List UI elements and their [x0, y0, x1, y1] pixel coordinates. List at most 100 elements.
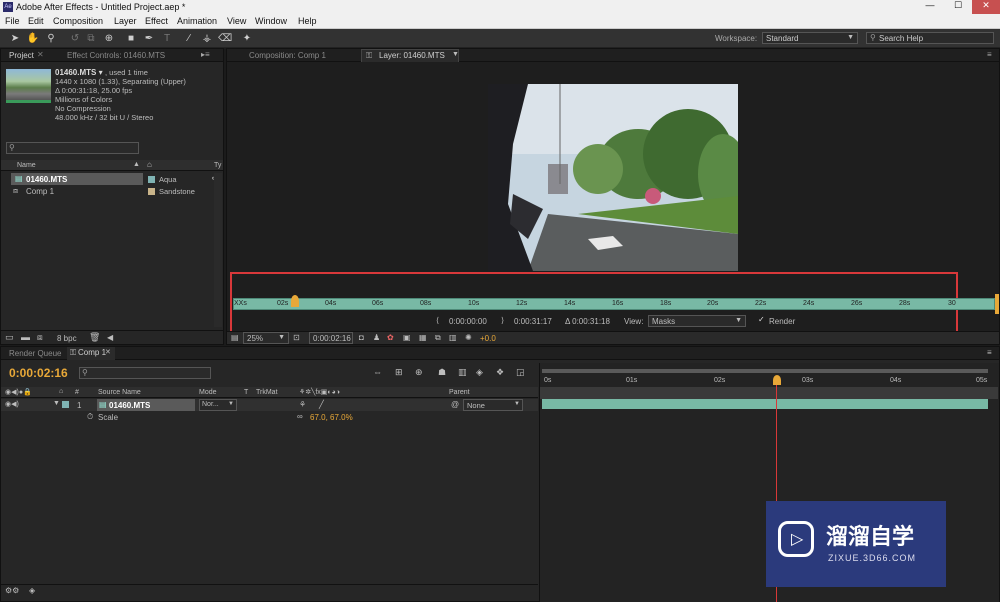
timeline-current-time[interactable]: 0:00:02:16 [9, 366, 68, 380]
draft-3d-icon[interactable]: ⊕ [415, 367, 423, 378]
panel-menu-icon[interactable]: ▸≡ [201, 50, 210, 59]
minimize-button[interactable]: — [916, 0, 944, 14]
out-point-marker[interactable] [995, 294, 999, 314]
selection-tool-icon[interactable]: ➤ [8, 32, 22, 45]
tab-composition[interactable]: Composition: Comp 1 [249, 51, 326, 62]
panel-menu-icon[interactable]: ≡ [987, 50, 992, 59]
lock-icon[interactable]: ⚿ [70, 348, 76, 358]
playhead-marker[interactable] [291, 295, 299, 307]
magnification-dropdown[interactable]: 25% ▼ [243, 332, 289, 344]
live-update-icon[interactable]: ⊞ [395, 367, 403, 378]
tab-effect-controls[interactable]: Effect Controls: 01460.MTS [67, 51, 165, 62]
menu-file[interactable]: File [5, 16, 20, 26]
new-folder-icon[interactable]: ▬ [21, 332, 30, 342]
motion-blur-icon[interactable]: ◈ [476, 367, 483, 378]
project-scrollbar[interactable] [214, 173, 222, 327]
safe-margins-icon[interactable]: ⊡ [293, 333, 300, 342]
lock-icon[interactable]: ⚿ [366, 51, 372, 61]
column-type[interactable]: Ty [214, 162, 221, 169]
brainstorm-icon[interactable]: ❖ [496, 367, 504, 378]
twirl-down-icon[interactable]: ▼ [53, 400, 60, 407]
fast-previews-icon[interactable]: ▥ [449, 333, 457, 342]
column-source-name[interactable]: Source Name [98, 389, 141, 396]
visibility-icon[interactable]: ◉◀) [5, 400, 19, 408]
close-icon[interactable]: ✕ [37, 50, 44, 59]
in-point-time[interactable]: 0:00:00:00 [449, 317, 487, 326]
tab-project[interactable]: Project [9, 51, 34, 62]
zoom-tool-icon[interactable]: ⚲ [44, 32, 58, 45]
transparency-grid-icon[interactable]: ▦ [419, 333, 427, 342]
layer-row[interactable]: ◉◀) ▼ 1 ▤ 01460.MTS Nor... ▼ ⚘ ╱ @ None … [1, 399, 538, 411]
stopwatch-icon[interactable]: ⏱ [87, 412, 93, 422]
property-row[interactable]: ⏱ Scale ∞ 67.0, 67.0% [1, 411, 538, 423]
menu-effect[interactable]: Effect [145, 16, 168, 26]
collapse-switch-icon[interactable]: ⚘ [299, 400, 306, 409]
column-name[interactable]: Name [17, 162, 36, 169]
chevron-down-icon[interactable]: ▼ [452, 51, 459, 58]
pick-whip-icon[interactable]: @ [451, 400, 459, 409]
always-preview-icon[interactable]: ▤ [231, 333, 239, 342]
rotate-tool-icon[interactable]: ↺ [68, 32, 82, 45]
trash-icon[interactable]: 🗑 [89, 332, 100, 343]
comp-mini-flowchart-icon[interactable]: ⇔ [373, 367, 382, 377]
rectangle-tool-icon[interactable]: ■ [124, 32, 138, 45]
workspace-dropdown[interactable]: Standard ▼ [762, 32, 858, 44]
menu-edit[interactable]: Edit [28, 16, 44, 26]
label-tag-icon[interactable]: ⌂ [59, 388, 63, 395]
clone-stamp-tool-icon[interactable]: ⚶ [200, 32, 214, 45]
project-item-row[interactable]: ▤ 01460.MTS Aqua ⚯ [1, 173, 223, 185]
sort-icon[interactable]: ▲ [133, 161, 140, 168]
timeline-playhead-marker[interactable] [773, 375, 781, 385]
quality-switch-icon[interactable]: ╱ [319, 400, 324, 409]
interpret-footage-icon[interactable]: ▭ [5, 332, 14, 343]
label-tag-icon[interactable]: ⌂ [147, 160, 152, 169]
timeline-ruler[interactable]: 0s 01s 02s 03s 04s 05s [540, 373, 998, 387]
project-search-input[interactable]: ⚲ [6, 142, 139, 154]
3d-view-icon[interactable]: ⧉ [435, 333, 441, 343]
parent-dropdown[interactable]: None ▼ [463, 399, 523, 411]
tab-layer-active[interactable]: ⚿ Layer: 01460.MTS ▼ [361, 49, 459, 62]
tab-render-queue[interactable]: Render Queue [9, 349, 61, 360]
eraser-tool-icon[interactable]: ⌫ [218, 32, 232, 45]
menu-animation[interactable]: Animation [177, 16, 217, 26]
menu-view[interactable]: View [227, 16, 246, 26]
panel-menu-icon[interactable]: ≡ [987, 348, 992, 357]
column-trkmat[interactable]: TrkMat [256, 389, 278, 396]
layer-name-field[interactable]: ▤ 01460.MTS [97, 399, 195, 411]
scroll-left-icon[interactable]: ◀ [107, 333, 113, 342]
menu-layer[interactable]: Layer [114, 16, 137, 26]
pen-tool-icon[interactable]: ✒ [142, 32, 156, 45]
menu-window[interactable]: Window [255, 16, 287, 26]
render-checkbox-icon[interactable]: ✓ [758, 315, 765, 324]
toggle-modes-icon[interactable]: ◈ [29, 586, 35, 595]
column-mode[interactable]: Mode [199, 389, 217, 396]
camera-tool-icon[interactable]: ⧉ [84, 32, 98, 45]
hide-shy-icon[interactable]: ☗ [438, 367, 446, 378]
text-tool-icon[interactable]: T [160, 32, 174, 45]
maximize-button[interactable]: ☐ [944, 0, 972, 14]
layer-duration-bar[interactable] [542, 399, 988, 409]
link-icon[interactable]: ∞ [297, 412, 303, 421]
close-icon[interactable]: ✕ [105, 348, 111, 356]
set-out-point-icon[interactable]: ⟩ [501, 316, 504, 325]
new-composition-icon[interactable]: ⧈ [37, 332, 43, 343]
layer-time-ruler[interactable]: XXs 02s 04s 06s 08s 10s 12s 14s 16s 18s … [233, 298, 995, 310]
region-of-interest-icon[interactable]: ▣ [403, 333, 411, 342]
work-area-range[interactable] [540, 387, 998, 399]
label-color-swatch[interactable] [62, 401, 69, 408]
channels-icon[interactable]: ✿ [387, 333, 394, 342]
out-point-time[interactable]: 0:00:31:17 [514, 317, 552, 326]
hand-tool-icon[interactable]: ✋ [26, 32, 40, 45]
property-value[interactable]: 67.0, 67.0% [310, 413, 353, 422]
column-parent[interactable]: Parent [449, 389, 470, 396]
exposure-value[interactable]: +0.0 [480, 334, 496, 343]
frame-blending-icon[interactable]: ▥ [458, 367, 467, 378]
timeline-search-input[interactable]: ⚲ [79, 367, 211, 379]
current-time-field[interactable]: 0:00:02:16 [309, 332, 353, 344]
bpc-label[interactable]: 8 bpc [57, 334, 77, 343]
snapshot-icon[interactable]: ◘ [359, 333, 364, 342]
show-snapshot-icon[interactable]: ♟ [373, 333, 380, 342]
tab-comp-active[interactable]: ⚿ Comp 1 ✕ [67, 347, 115, 360]
search-help-field[interactable]: ⚲ Search Help [866, 32, 994, 44]
exposure-reset-icon[interactable]: ✺ [465, 333, 472, 342]
